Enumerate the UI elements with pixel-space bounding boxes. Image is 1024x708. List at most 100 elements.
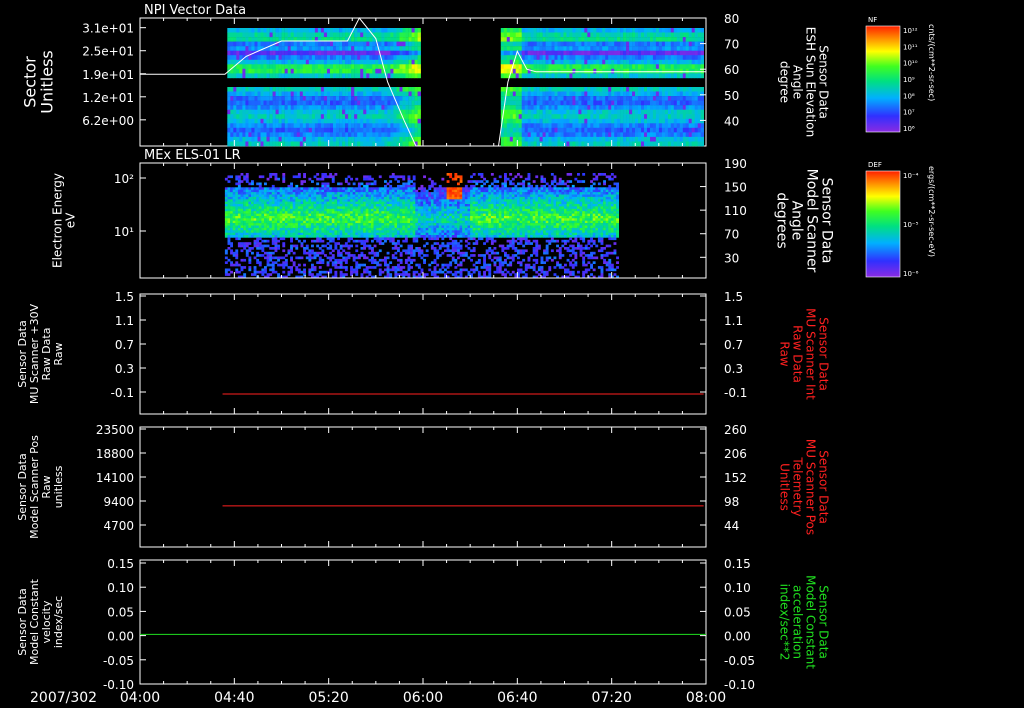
els-cell [224, 230, 228, 233]
npi-cell [581, 32, 585, 38]
npi-cell [533, 118, 537, 124]
npi-cell [266, 96, 270, 101]
els-cell [282, 232, 286, 236]
els-cell [253, 270, 257, 274]
npi-cell [560, 91, 564, 97]
npi-cell [515, 118, 519, 124]
npi-cell [336, 105, 340, 110]
els-cell [344, 180, 348, 183]
npi-cell [664, 64, 669, 70]
els-cell [347, 189, 351, 193]
npi-cell [269, 127, 273, 133]
npi-cell [378, 109, 382, 115]
els-cell [321, 184, 325, 188]
els-cell [376, 187, 380, 190]
npi-cell [263, 127, 267, 133]
npi-cell [611, 127, 615, 133]
npi-cell [500, 37, 505, 42]
npi-cell [655, 132, 660, 138]
npi-cell [393, 46, 397, 51]
els-cell [224, 225, 228, 229]
els-cell [373, 189, 377, 193]
npi-cell [342, 32, 346, 38]
npi-cell [682, 32, 687, 38]
npi-cell [655, 28, 660, 33]
npi-cell [351, 105, 355, 110]
npi-cell [269, 109, 273, 115]
els-cell [290, 208, 293, 212]
els-cell [287, 232, 291, 236]
npi-cell [626, 91, 630, 97]
els-cell [258, 270, 262, 274]
els-cell [271, 213, 275, 217]
npi-cell [676, 68, 681, 74]
npi-cell [527, 91, 531, 97]
npi-cell [596, 87, 600, 92]
els-cell [363, 218, 366, 221]
npi-cell [635, 114, 639, 119]
npi-cell [521, 50, 525, 56]
npi-cell [287, 118, 291, 124]
npi-cell [578, 46, 582, 51]
npi-cell [655, 118, 660, 124]
npi-cell [611, 28, 615, 33]
npi-cell [569, 96, 573, 101]
npi-cell [694, 132, 698, 138]
els-cell [305, 227, 309, 231]
npi-cell [530, 32, 534, 38]
panel-mupos-frame [139, 426, 707, 548]
els-cell [352, 192, 356, 195]
npi-cell [260, 37, 264, 42]
npi-cell [551, 73, 555, 79]
els-cell [235, 223, 239, 226]
npi-cell [590, 64, 594, 70]
npi-cell [284, 141, 288, 147]
els-cell [363, 199, 366, 202]
npi-cell [578, 41, 582, 47]
npi-cell [593, 55, 597, 60]
npi-cell [551, 118, 555, 124]
els-spectrogram [140, 173, 706, 279]
npi-cell [378, 118, 382, 124]
els-cell [342, 230, 346, 233]
npi-cell [691, 68, 695, 74]
els-cell [224, 261, 228, 264]
npi-cell [584, 132, 588, 138]
els-cell [326, 196, 330, 200]
npi-cell [230, 96, 234, 101]
npi-cell [393, 123, 397, 129]
npi-cell [390, 73, 394, 79]
els-cell [284, 230, 288, 233]
npi-cell [408, 136, 412, 142]
els-cell [350, 254, 353, 257]
npi-cell [518, 127, 522, 133]
npi-cell [399, 127, 403, 133]
npi-cell [251, 73, 255, 79]
npi-cell [284, 118, 288, 124]
npi-cell [515, 41, 519, 47]
npi-cell [527, 105, 531, 110]
npi-cell [375, 132, 379, 138]
npi-cell [620, 114, 624, 119]
npi-cell [647, 68, 651, 74]
npi-cell [590, 50, 594, 56]
npi-cell [539, 136, 543, 142]
npi-cell [515, 59, 519, 65]
npi-cell [590, 127, 594, 133]
els-cell [274, 249, 278, 253]
npi-cell [521, 91, 525, 97]
npi-cell [509, 109, 514, 115]
els-cell [245, 223, 249, 226]
npi-cell [673, 114, 678, 119]
npi-cell [327, 32, 331, 38]
els-cell [378, 249, 382, 253]
npi-cell [614, 132, 618, 138]
npi-cell [599, 59, 603, 65]
npi-cell [411, 91, 415, 97]
els-cell [290, 216, 293, 219]
npi-cell [360, 32, 364, 38]
els-cell [271, 173, 275, 176]
npi-cell [551, 96, 555, 101]
els-cell [360, 182, 364, 186]
npi-cell [381, 100, 385, 106]
